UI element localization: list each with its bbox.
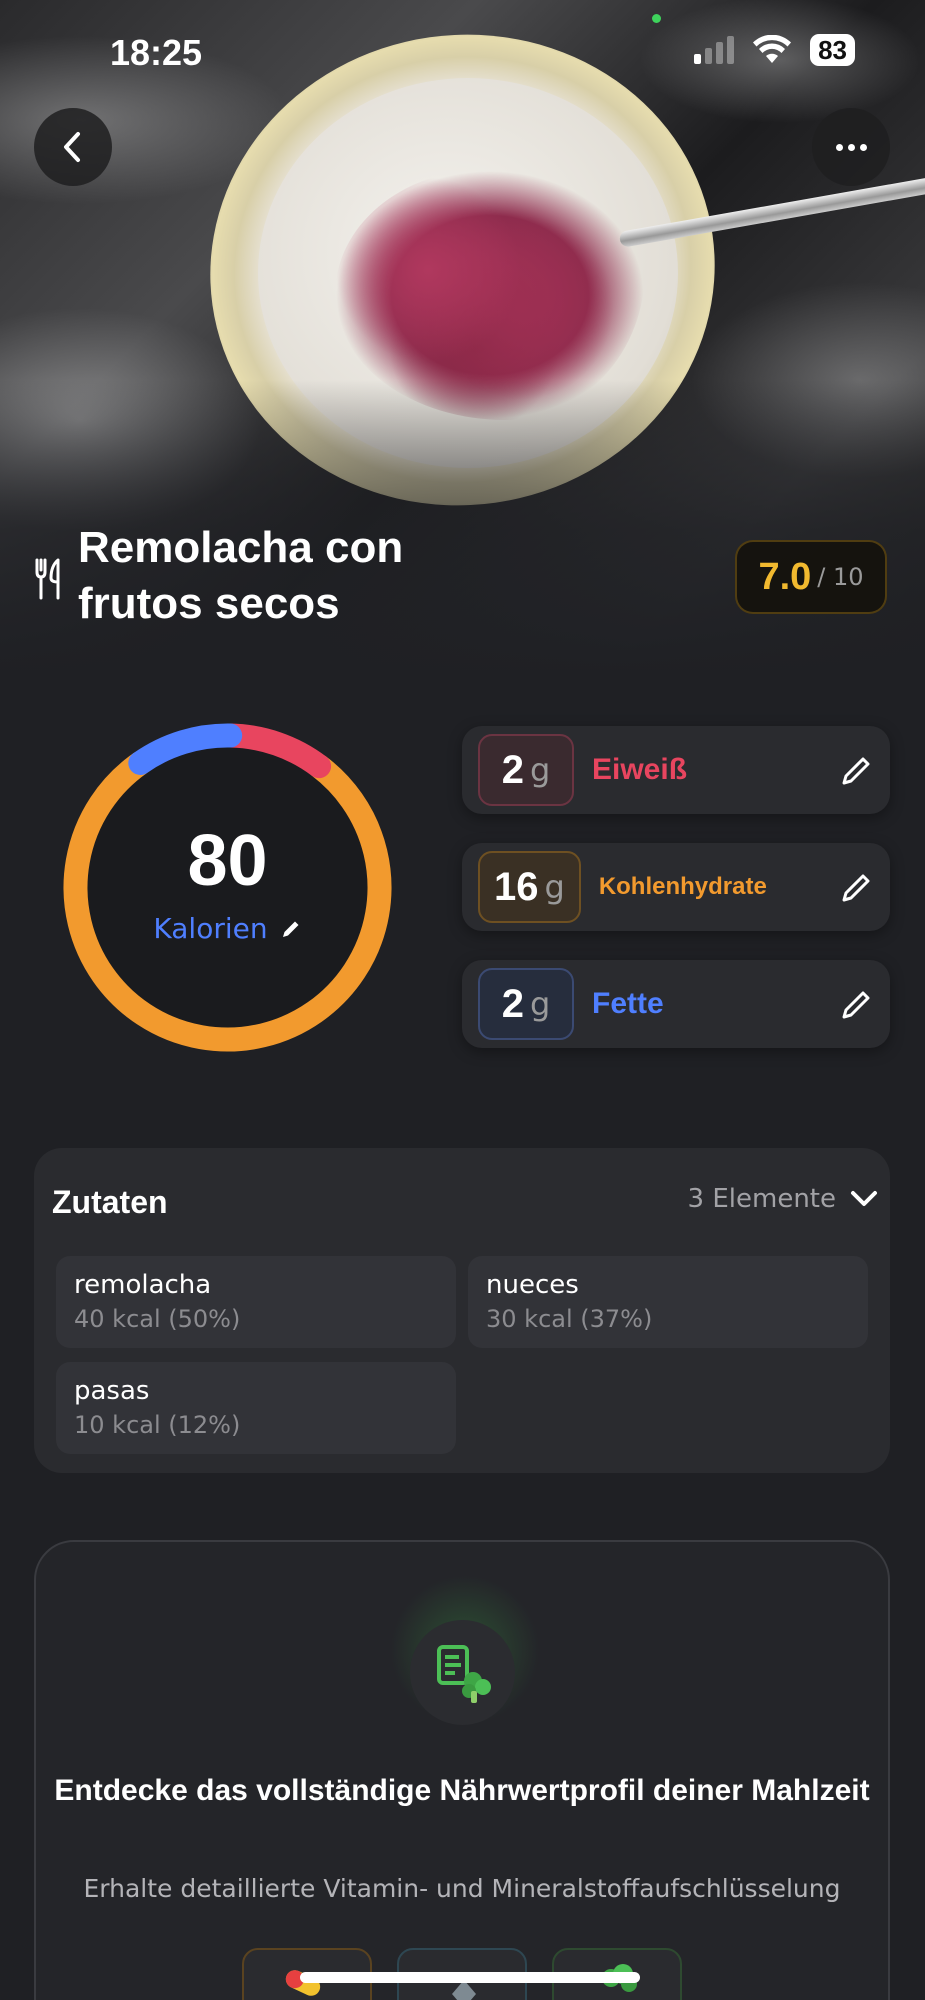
calorie-label: Kalorien xyxy=(153,912,268,945)
macro-amount: 2 xyxy=(501,747,524,792)
ingredient-kcal: 30 kcal (37%) xyxy=(486,1305,653,1333)
score-max: / 10 xyxy=(817,563,864,591)
promo-title: Entdecke das vollständige Nährwertprofil… xyxy=(54,1774,870,1807)
macro-fat[interactable]: 2 g Fette xyxy=(462,960,890,1048)
ingredient-kcal: 40 kcal (50%) xyxy=(74,1305,241,1333)
macro-name: Eiweiß xyxy=(592,753,688,786)
privacy-indicator xyxy=(652,14,661,23)
score-value: 7.0 xyxy=(758,555,812,598)
ingredient-name: remolacha xyxy=(74,1270,212,1300)
macro-name: Fette xyxy=(592,987,664,1020)
macro-amount-box: 2 g xyxy=(478,734,574,806)
ingredients-card: Zutaten 3 Elemente remolacha 40 kcal (50… xyxy=(34,1148,890,1473)
ingredient-kcal: 10 kcal (12%) xyxy=(74,1411,241,1439)
calorie-value: 80 xyxy=(187,821,268,901)
pencil-icon[interactable] xyxy=(840,753,874,787)
macro-protein[interactable]: 2 g Eiweiß xyxy=(462,726,890,814)
macro-unit: g xyxy=(529,985,551,1023)
ingredient-name: nueces xyxy=(486,1270,579,1300)
battery-indicator: 83 xyxy=(810,34,855,66)
macro-amount-box: 16 g xyxy=(478,851,581,923)
status-time: 18:25 xyxy=(110,32,203,73)
macro-amount: 16 xyxy=(494,864,539,909)
macro-amount: 2 xyxy=(501,981,524,1026)
macro-amount-box: 2 g xyxy=(478,968,574,1040)
macro-name: Kohlenhydrate xyxy=(598,873,767,900)
macro-carbs[interactable]: 16 g Kohlenhydrate xyxy=(462,843,890,931)
more-options-button[interactable] xyxy=(812,108,890,186)
chevron-down-icon xyxy=(851,1191,877,1206)
fork-knife-icon xyxy=(35,558,60,600)
promo-subtitle: Erhalte detaillierte Vitamin- und Minera… xyxy=(83,1874,841,1903)
ingredient-item[interactable]: remolacha 40 kcal (50%) xyxy=(56,1256,456,1348)
signal-icon xyxy=(694,36,735,64)
back-button[interactable] xyxy=(34,108,112,186)
nutrition-report-icon xyxy=(410,1620,515,1725)
meal-header: Remolacha con frutos secos xyxy=(34,520,498,632)
meal-title: Remolacha con frutos secos xyxy=(78,523,404,628)
wifi-icon xyxy=(753,35,792,63)
pencil-icon[interactable] xyxy=(840,870,874,904)
ingredients-title: Zutaten xyxy=(52,1184,168,1220)
ingredients-toggle[interactable]: 3 Elemente xyxy=(688,1184,878,1214)
calorie-label-row[interactable]: Kalorien xyxy=(60,912,395,945)
pencil-icon[interactable] xyxy=(840,987,874,1021)
ingredients-count: 3 Elemente xyxy=(687,1184,836,1214)
macro-unit: g xyxy=(544,868,565,906)
status-icons: 83 xyxy=(694,34,855,66)
back-icon xyxy=(64,132,80,162)
more-icon xyxy=(835,143,867,151)
home-indicator xyxy=(300,1972,640,1983)
health-score-badge[interactable]: 7.0 / 10 xyxy=(735,540,887,614)
ingredient-name: pasas xyxy=(74,1376,150,1406)
ingredient-item[interactable]: pasas 10 kcal (12%) xyxy=(56,1362,456,1454)
macro-unit: g xyxy=(529,751,551,789)
pencil-icon[interactable] xyxy=(280,918,302,940)
ingredient-item[interactable]: nueces 30 kcal (37%) xyxy=(468,1256,868,1348)
